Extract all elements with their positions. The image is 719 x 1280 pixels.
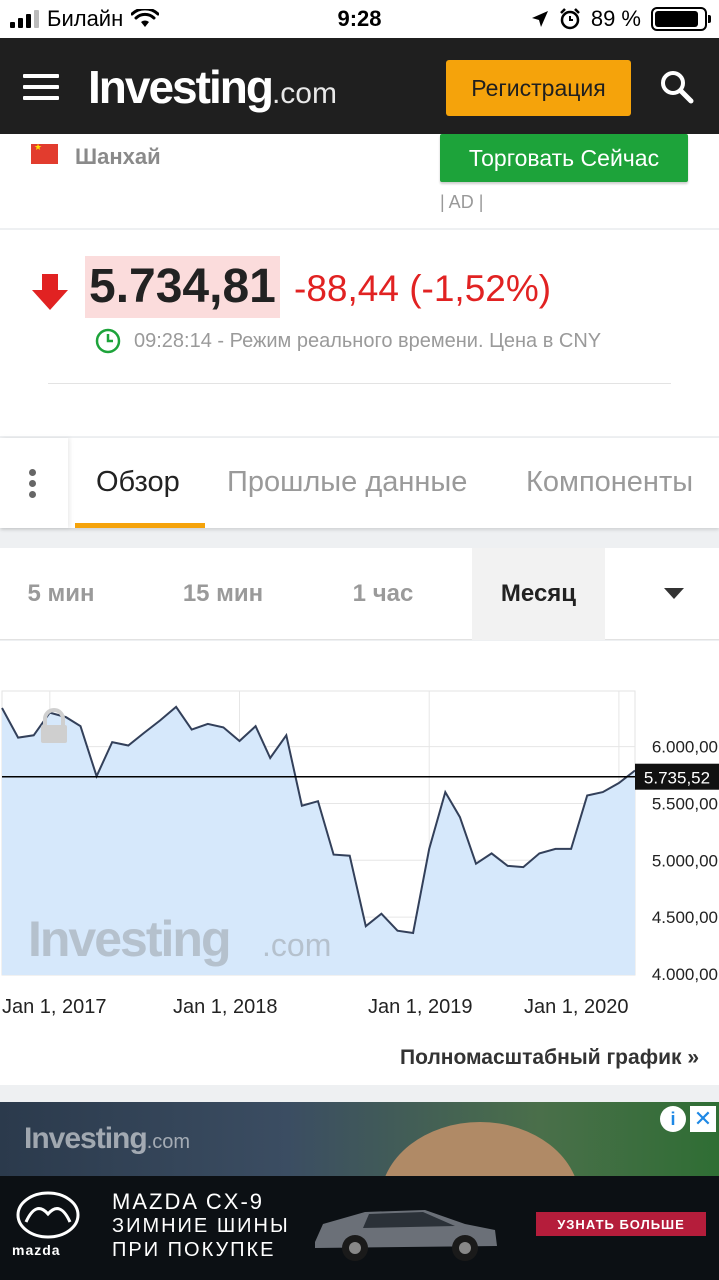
price-block: 5.734,81 -88,44 (-1,52%) 09:28:14 - Режи… (0, 230, 719, 436)
x-tick-label: Jan 1, 2017 (2, 996, 107, 1018)
ad-cta-button[interactable]: УЗНАТЬ БОЛЬШЕ (536, 1212, 706, 1236)
full-chart-link[interactable]: Полномасштабный график » (400, 1046, 699, 1070)
y-tick-label: 5.500,00 (652, 794, 718, 813)
ad-banner[interactable]: Investing.com mazda MAZDA CX-9 ЗИМНИЕ ШИ… (0, 1102, 719, 1280)
ad-tag: | AD | (440, 192, 484, 212)
chart-watermark-suffix: .com (262, 927, 331, 963)
y-tick-label: 4.500,00 (652, 908, 718, 927)
x-tick-label: Jan 1, 2018 (173, 996, 278, 1018)
timeframe-15min[interactable]: 15 мин (162, 548, 284, 640)
timeframe-selector: 5 мин 15 мин 1 час Месяц (0, 548, 719, 640)
instrument-subheader: Шанхай Торговать Сейчас | AD | (0, 134, 719, 228)
last-price: 5.734,81 (85, 256, 280, 318)
y-tick-label: 5.000,00 (652, 851, 718, 870)
y-tick-label: 6.000,00 (652, 738, 718, 757)
trade-now-button[interactable]: Торговать Сейчас (440, 134, 688, 182)
status-right: 89 % (531, 6, 711, 32)
ad-info-icon[interactable]: i (660, 1106, 686, 1132)
clock-icon (95, 328, 121, 354)
section-tabs: Обзор Прошлые данные Компоненты (0, 438, 719, 528)
ad-line-2: ЗИМНИЕ ШИНЫ (112, 1215, 290, 1237)
realtime-note: 09:28:14 - Режим реального времени. Цена… (134, 330, 602, 352)
x-tick-label: Jan 1, 2019 (368, 996, 473, 1018)
china-flag-icon (31, 142, 58, 164)
status-bar: Билайн 9:28 89 % (0, 0, 719, 38)
search-icon[interactable] (660, 70, 694, 104)
price-change: -88,44 (-1,52%) (294, 268, 552, 309)
timeframe-5min[interactable]: 5 мин (0, 548, 122, 640)
ad-line-3: ПРИ ПОКУПКЕ (112, 1239, 276, 1261)
ad-logo-suffix: .com (146, 1131, 191, 1153)
tab-components[interactable]: Компоненты (526, 466, 693, 499)
more-options-icon[interactable] (0, 438, 68, 528)
tab-historical-data[interactable]: Прошлые данные (227, 466, 467, 499)
ad-copy: MAZDA CX-9 ЗИМНИЕ ШИНЫ ПРИ ПОКУПКЕ (112, 1190, 290, 1262)
logo-main: Investing (88, 61, 274, 113)
timeframe-1hour[interactable]: 1 час (322, 548, 444, 640)
divider (48, 383, 671, 384)
battery-icon (651, 7, 711, 31)
current-value-label: 5.735,52 (644, 769, 710, 788)
ad-close-icon[interactable]: ✕ (690, 1106, 716, 1132)
timeframe-month[interactable]: Месяц (472, 548, 605, 640)
car-image (315, 1210, 497, 1261)
arrow-down-icon (32, 274, 68, 310)
chevron-down-icon[interactable] (664, 588, 684, 599)
app-header: Investing.com Регистрация (0, 38, 719, 134)
mazda-logo-icon (16, 1191, 80, 1239)
alarm-icon (559, 8, 580, 30)
x-tick-label: Jan 1, 2020 (524, 996, 629, 1018)
mazda-wordmark: mazda (12, 1242, 61, 1258)
chart-panel: Investing .com 5.735,52 6.000,00 5.500,00 5.0… (0, 641, 719, 1085)
register-button[interactable]: Регистрация (446, 60, 631, 116)
location-arrow-icon (531, 11, 548, 27)
tab-overview[interactable]: Обзор (96, 466, 180, 499)
active-tab-indicator (75, 523, 205, 528)
y-tick-label: 4.000,00 (652, 965, 718, 984)
logo-suffix: .com (271, 77, 337, 110)
chart-watermark: Investing (28, 911, 229, 967)
price-chart[interactable]: Investing .com 5.735,52 6.000,00 5.500,00 5.0… (0, 641, 719, 1041)
ad-line-1: MAZDA CX-9 (112, 1189, 265, 1214)
menu-icon[interactable] (23, 74, 59, 100)
ad-logo-main: Investing (24, 1122, 148, 1155)
mazda-ad[interactable]: mazda MAZDA CX-9 ЗИМНИЕ ШИНЫ ПРИ ПОКУПКЕ… (0, 1176, 719, 1280)
battery-percent: 89 % (590, 6, 641, 31)
ad-site-logo: Investing.com (24, 1122, 190, 1156)
site-logo[interactable]: Investing.com (88, 60, 337, 114)
exchange-label: Шанхай (75, 144, 161, 169)
app-screen: Билайн 9:28 89 % Investing.com Регистрац… (0, 0, 719, 1280)
